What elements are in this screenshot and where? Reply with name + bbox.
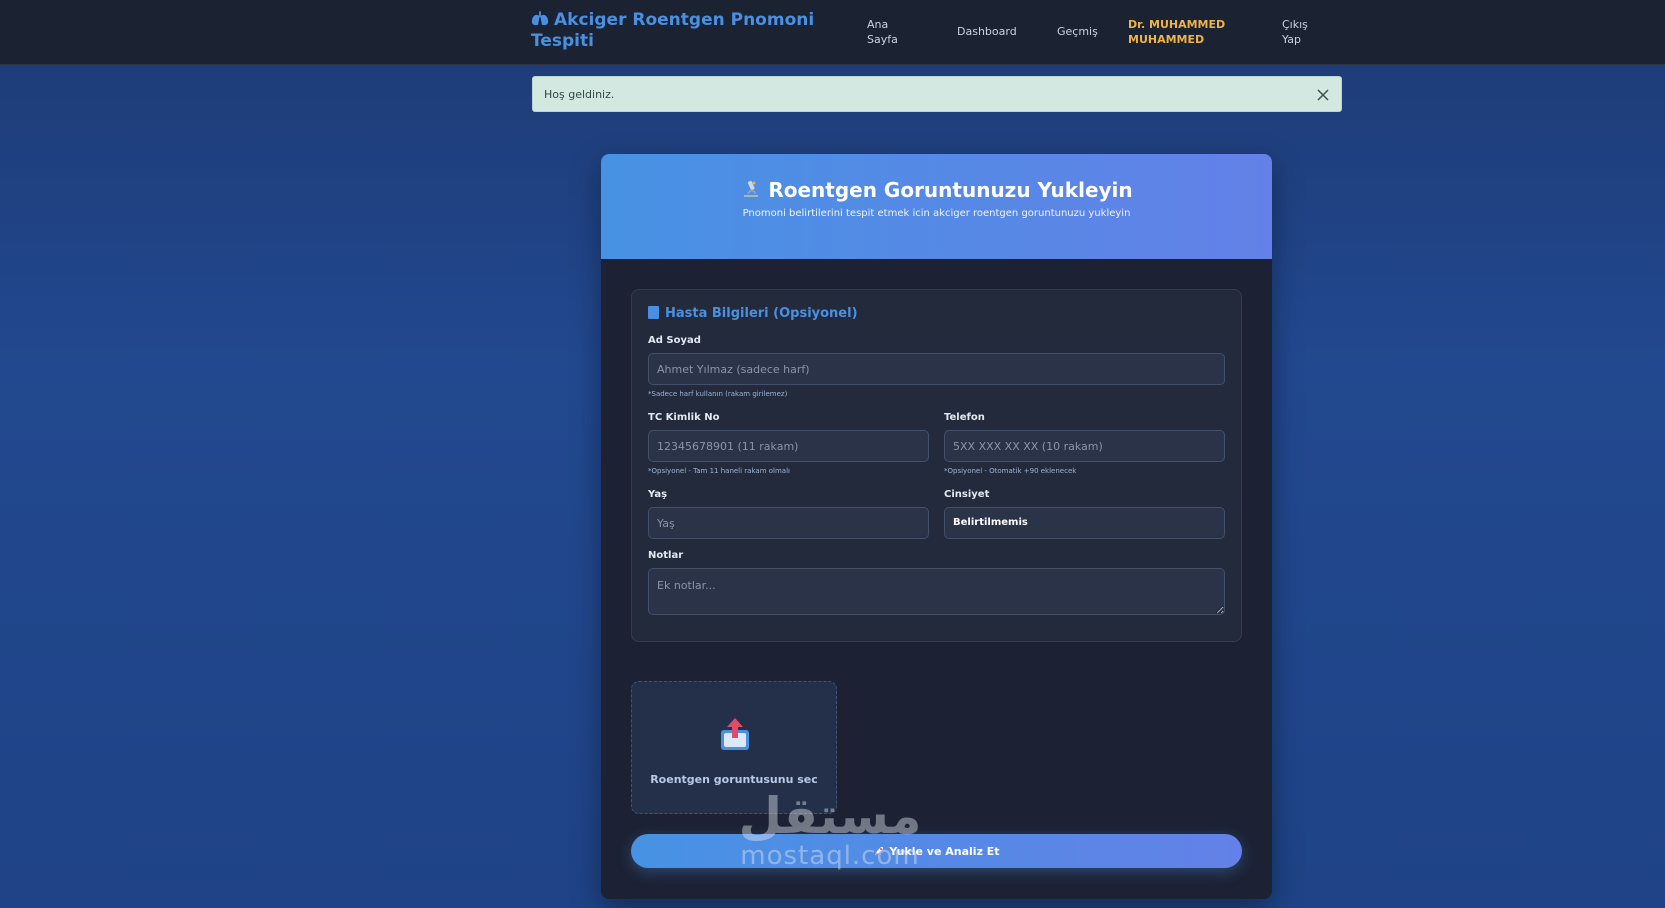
gender-select[interactable]: Belirtilmemis (944, 507, 1225, 539)
tc-label: TC Kimlik No (648, 412, 720, 423)
notes-label: Notlar (648, 550, 684, 561)
rocket-icon (875, 846, 884, 855)
upload-icon (721, 718, 749, 750)
phone-label: Telefon (944, 412, 985, 423)
upload-label: Roentgen goruntusunu sec (650, 773, 818, 786)
gender-label: Cinsiyet (944, 489, 990, 500)
microscope-icon (744, 180, 759, 197)
book-icon (648, 306, 659, 319)
alert-message: Hoş geldiniz. (544, 88, 615, 101)
tc-hint: *Opsiyonel - Tam 11 haneli rakam olmalı (648, 467, 790, 475)
name-hint: *Sadece harf kullanın (rakam girilemez) (648, 390, 788, 398)
brand[interactable]: Akciger Roentgen Pnomoni Tespiti (531, 10, 831, 52)
card-title: Roentgen Goruntunuzu Yukleyin (768, 178, 1133, 202)
upload-analyze-button[interactable]: Yukle ve Analiz Et (631, 834, 1242, 868)
tc-input[interactable] (648, 430, 929, 462)
age-label: Yaş (648, 489, 668, 500)
nav-home-link[interactable]: Ana Sayfa (867, 17, 907, 47)
close-icon[interactable] (1315, 87, 1331, 103)
name-label: Ad Soyad (648, 335, 701, 346)
name-input[interactable] (648, 353, 1225, 385)
phone-input[interactable] (944, 430, 1225, 462)
submit-label: Yukle ve Analiz Et (889, 844, 1000, 858)
notes-textarea[interactable] (648, 568, 1225, 615)
lungs-icon (531, 11, 549, 26)
section-title: Hasta Bilgileri (Opsiyonel) (648, 306, 858, 321)
nav-history-link[interactable]: Geçmiş (1057, 24, 1098, 39)
nav-logout-link[interactable]: Çıkış Yap (1282, 17, 1322, 47)
top-navbar: Akciger Roentgen Pnomoni Tespiti Ana Say… (0, 0, 1665, 65)
file-upload-dropzone[interactable]: Roentgen goruntusunu sec (631, 681, 837, 814)
upload-card: Roentgen Goruntunuzu Yukleyin Pnomoni be… (601, 154, 1272, 899)
patient-info-section: Hasta Bilgileri (Opsiyonel) Ad Soyad *Sa… (631, 289, 1242, 642)
brand-title: Akciger Roentgen Pnomoni Tespiti (531, 10, 815, 51)
phone-hint: *Opsiyonel - Otomatik +90 eklenecek (944, 467, 1077, 475)
nav-dashboard-link[interactable]: Dashboard (957, 24, 1017, 39)
age-input[interactable] (648, 507, 929, 539)
welcome-alert: Hoş geldiniz. (532, 76, 1342, 112)
nav-user-name[interactable]: Dr. MUHAMMED MUHAMMED (1128, 17, 1228, 47)
card-subtitle: Pnomoni belirtilerini tespit etmek icin … (742, 208, 1131, 219)
card-header: Roentgen Goruntunuzu Yukleyin Pnomoni be… (601, 154, 1272, 259)
